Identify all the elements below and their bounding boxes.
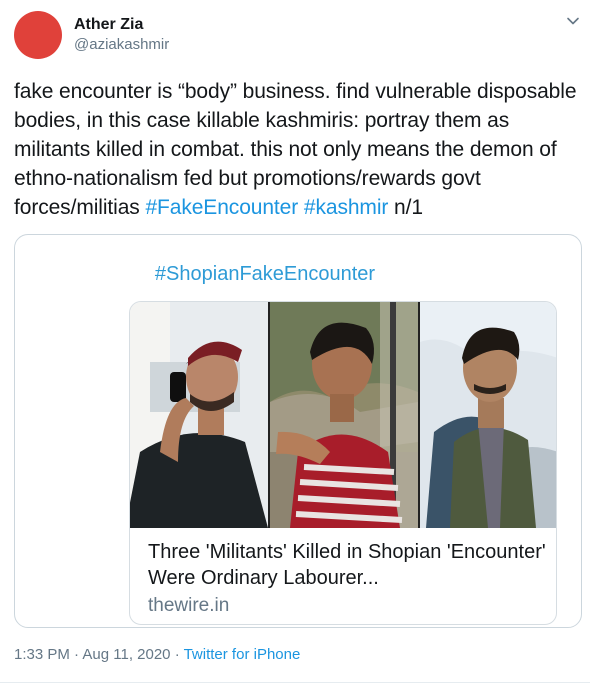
- tweet-source[interactable]: Twitter for iPhone: [184, 646, 301, 663]
- hashtag-fakeencounter[interactable]: #FakeEncounter: [145, 196, 298, 219]
- hashtag-kashmir[interactable]: #kashmir: [304, 196, 388, 219]
- tweet: Ather Zia @aziakashmir fake encounter is…: [0, 0, 590, 690]
- tweet-time[interactable]: 1:33 PM: [14, 646, 70, 663]
- card-hashtag-title: #ShopianFakeEncounter: [154, 263, 376, 285]
- chevron-down-icon[interactable]: [566, 14, 580, 28]
- photo-young-man: [270, 302, 418, 528]
- article-preview[interactable]: Three 'Militants' Killed in Shopian 'Enc…: [129, 301, 557, 625]
- avatar[interactable]: [14, 11, 62, 59]
- meta-separator: ·: [170, 646, 184, 663]
- author-name[interactable]: Ather Zia: [74, 16, 143, 34]
- article-title[interactable]: Three 'Militants' Killed in Shopian 'Enc…: [148, 539, 548, 591]
- photo-man-with-backpack: [420, 302, 556, 528]
- tweet-date[interactable]: Aug 11, 2020: [82, 646, 170, 663]
- link-card[interactable]: #ShopianFakeEncounter Three 'Militants' …: [14, 234, 582, 628]
- tweet-text-suffix: n/1: [388, 196, 423, 219]
- photo-man-on-phone: [130, 302, 268, 528]
- meta-separator: ·: [69, 646, 83, 663]
- tweet-meta: 1:33 PM · Aug 11, 2020 · Twitter for iPh…: [14, 646, 300, 663]
- divider: [0, 682, 590, 683]
- article-domain: thewire.in: [148, 595, 230, 616]
- author-handle[interactable]: @aziakashmir: [74, 36, 169, 53]
- tweet-text: fake encounter is “body” business. find …: [14, 77, 584, 222]
